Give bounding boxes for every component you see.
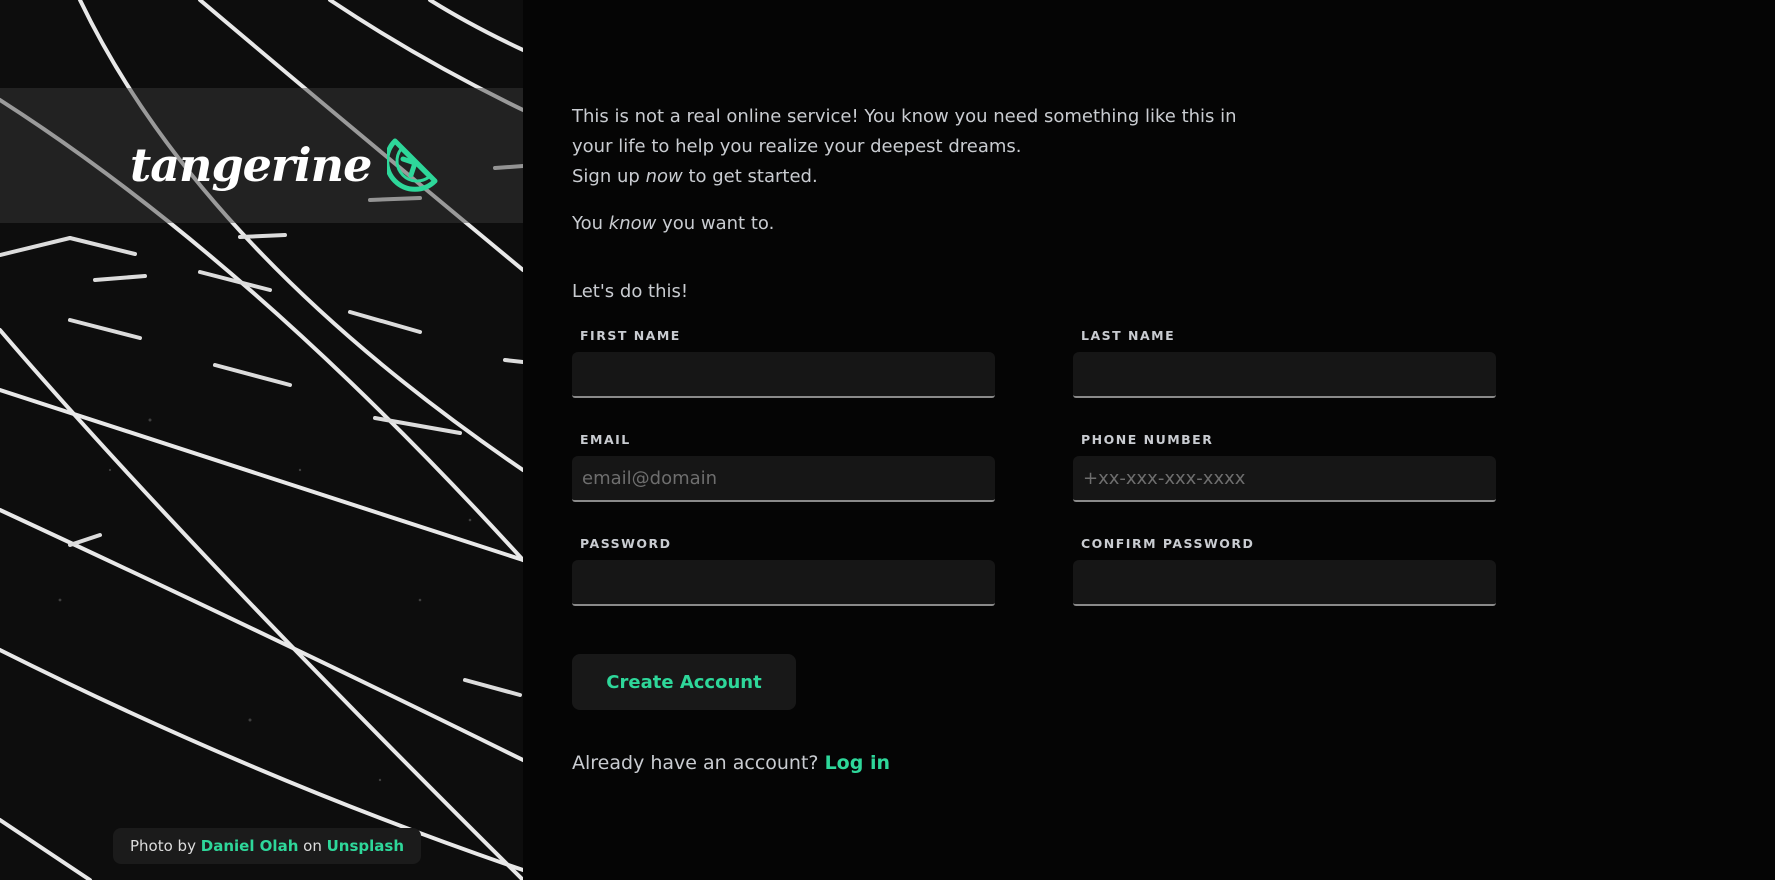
intro-line-3-start: Sign up	[572, 166, 640, 187]
intro-line-3: Sign up now to get started.	[572, 162, 1272, 192]
confirm-password-input[interactable]	[1073, 560, 1496, 606]
email-input[interactable]	[572, 456, 995, 502]
intro-line-1: This is not a real online service! You k…	[572, 106, 1237, 127]
login-prompt-text: Already have an account?	[572, 752, 819, 774]
form-heading: Let's do this!	[572, 281, 689, 302]
photo-source-link[interactable]: Unsplash	[327, 837, 404, 855]
last-name-input[interactable]	[1073, 352, 1496, 398]
photo-credit-prefix: Photo by	[130, 837, 196, 855]
last-name-label: LAST NAME	[1081, 328, 1176, 343]
photo-author-link[interactable]: Daniel Olah	[201, 837, 299, 855]
login-link[interactable]: Log in	[825, 752, 890, 774]
intro-line-2: your life to help you realize your deepe…	[572, 136, 1022, 157]
brand[interactable]: tangerine	[130, 125, 443, 205]
confirm-password-label: CONFIRM PASSWORD	[1081, 536, 1255, 551]
email-label: EMAIL	[580, 432, 631, 447]
first-name-label: FIRST NAME	[580, 328, 681, 343]
first-name-group: FIRST NAME	[572, 326, 995, 398]
intro-line-3-emphasis: now	[645, 166, 683, 187]
photo-credit-middle: on	[303, 837, 322, 855]
intro-line-4-emphasis: know	[608, 213, 657, 234]
photo-credit: Photo by Daniel Olah on Unsplash	[113, 828, 422, 864]
confirm-password-group: CONFIRM PASSWORD	[1073, 534, 1496, 606]
intro-line-4: You know you want to.	[572, 211, 774, 237]
intro-line-4-start: You	[572, 213, 604, 234]
phone-group: PHONE NUMBER	[1073, 430, 1496, 502]
tangerine-slice-icon	[387, 138, 438, 192]
brand-name: tangerine	[130, 138, 372, 192]
hero-image-panel: tangerine Photo by Daniel Olah on Unspla…	[0, 0, 523, 880]
phone-label: PHONE NUMBER	[1081, 432, 1214, 447]
phone-input[interactable]	[1073, 456, 1496, 502]
first-name-input[interactable]	[572, 352, 995, 398]
last-name-group: LAST NAME	[1073, 326, 1496, 398]
password-label: PASSWORD	[580, 536, 672, 551]
email-group: EMAIL	[572, 430, 995, 502]
password-group: PASSWORD	[572, 534, 995, 606]
create-account-button[interactable]: Create Account	[572, 654, 796, 710]
intro-line-4-end: you want to.	[662, 213, 775, 234]
signup-section: This is not a real online service! You k…	[572, 0, 1752, 880]
password-input[interactable]	[572, 560, 995, 606]
intro-text: This is not a real online service! You k…	[572, 102, 1272, 192]
intro-line-3-end: to get started.	[688, 166, 818, 187]
login-prompt: Already have an account? Log in	[572, 749, 890, 777]
